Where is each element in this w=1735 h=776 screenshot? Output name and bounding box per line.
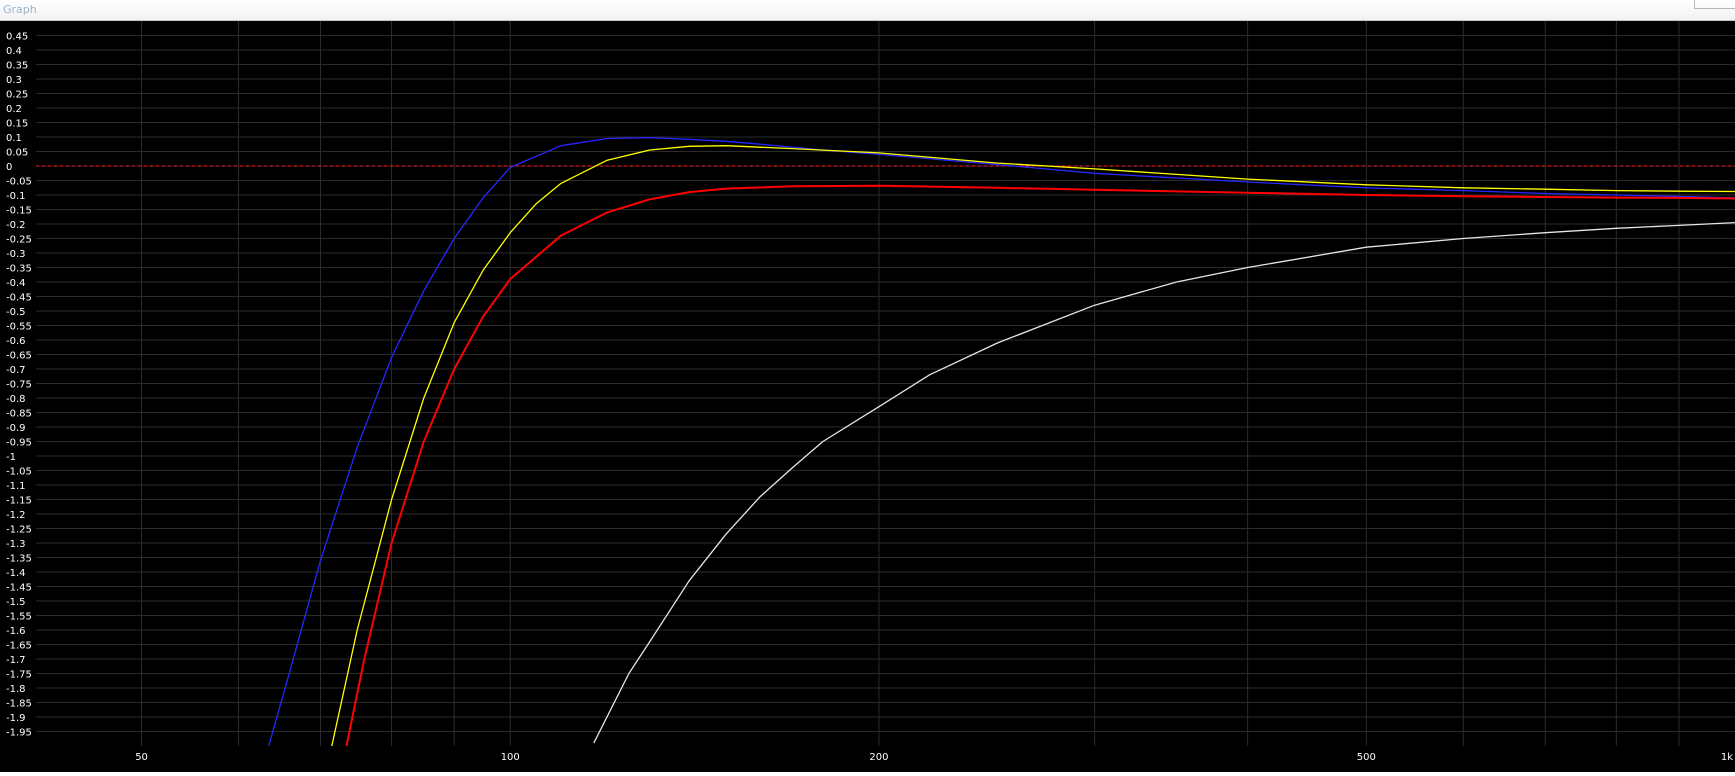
- y-tick-label: -0.7: [6, 365, 26, 376]
- y-tick-label: -0.95: [6, 438, 32, 449]
- window-titlebar[interactable]: Graph: [0, 0, 1735, 21]
- y-tick-label: -1.95: [6, 728, 32, 739]
- x-tick-label: 1k: [1721, 752, 1733, 763]
- y-tick-label: -0.15: [6, 206, 32, 217]
- graph-window: Graph 0.45 0.4 0.35 0.3 0.25 0.2 0.15 0.1 0.05 0 -…: [0, 0, 1735, 772]
- x-tick-label: 200: [869, 752, 888, 763]
- y-tick-label: -1.8: [6, 684, 26, 695]
- y-tick-label: -1.2: [6, 510, 26, 521]
- y-tick-label: -1.25: [6, 525, 32, 536]
- x-tick-label: 50: [135, 752, 148, 763]
- y-tick-label: -0.2: [6, 220, 26, 231]
- y-tick-label: -1.5: [6, 597, 26, 608]
- y-tick-label: 0.3: [6, 75, 22, 86]
- y-tick-label: -1.1: [6, 481, 26, 492]
- y-tick-label: -0.1: [6, 191, 26, 202]
- y-tick-label: -1.6: [6, 626, 26, 637]
- x-tick-label: 100: [501, 752, 520, 763]
- y-tick-label: -1.55: [6, 612, 32, 623]
- window-title: Graph: [3, 3, 37, 16]
- y-tick-label: 0.1: [6, 133, 22, 144]
- y-tick-label: -0.65: [6, 351, 32, 362]
- y-tick-label: 0.4: [6, 46, 22, 57]
- titlebar-corner: [1694, 0, 1735, 9]
- y-tick-label: 0.25: [6, 90, 28, 101]
- y-tick-label: -1.15: [6, 496, 32, 507]
- y-tick-label: -1.05: [6, 467, 32, 478]
- y-tick-label: -1.35: [6, 554, 32, 565]
- y-tick-label: -0.55: [6, 322, 32, 333]
- y-tick-label: -1: [6, 452, 16, 463]
- y-tick-label: -1.9: [6, 713, 26, 724]
- y-tick-label: 0.45: [6, 32, 28, 43]
- plot-area[interactable]: 0.45 0.4 0.35 0.3 0.25 0.2 0.15 0.1 0.05 0 -0.05 -0…: [0, 21, 1735, 772]
- y-tick-label: 0.35: [6, 61, 28, 72]
- y-tick-label: 0: [6, 162, 12, 173]
- y-tick-label: -0.9: [6, 423, 26, 434]
- y-tick-label: -0.35: [6, 264, 32, 275]
- y-tick-label: -0.85: [6, 409, 32, 420]
- y-tick-label: -1.7: [6, 655, 26, 666]
- y-tick-label: 0.2: [6, 104, 22, 115]
- y-tick-label: -0.3: [6, 249, 26, 260]
- y-tick-label: -1.65: [6, 641, 32, 652]
- y-tick-label: -0.75: [6, 380, 32, 391]
- y-tick-label: -0.6: [6, 336, 26, 347]
- y-tick-label: -0.25: [6, 235, 32, 246]
- y-tick-label: 0.05: [6, 148, 28, 159]
- y-tick-label: -0.8: [6, 394, 26, 405]
- y-tick-label: -1.3: [6, 539, 26, 550]
- y-tick-label: -1.85: [6, 699, 32, 710]
- y-tick-label: -1.45: [6, 583, 32, 594]
- y-tick-label: -1.4: [6, 568, 26, 579]
- y-tick-label: -0.45: [6, 293, 32, 304]
- y-tick-label: 0.15: [6, 119, 28, 130]
- y-tick-label: -0.05: [6, 177, 32, 188]
- y-tick-label: -1.75: [6, 670, 32, 681]
- x-tick-label: 500: [1357, 752, 1376, 763]
- frequency-response-chart[interactable]: 0.45 0.4 0.35 0.3 0.25 0.2 0.15 0.1 0.05 0 -0.05 -0…: [0, 21, 1735, 772]
- y-tick-label: -0.4: [6, 278, 26, 289]
- y-tick-label: -0.5: [6, 307, 26, 318]
